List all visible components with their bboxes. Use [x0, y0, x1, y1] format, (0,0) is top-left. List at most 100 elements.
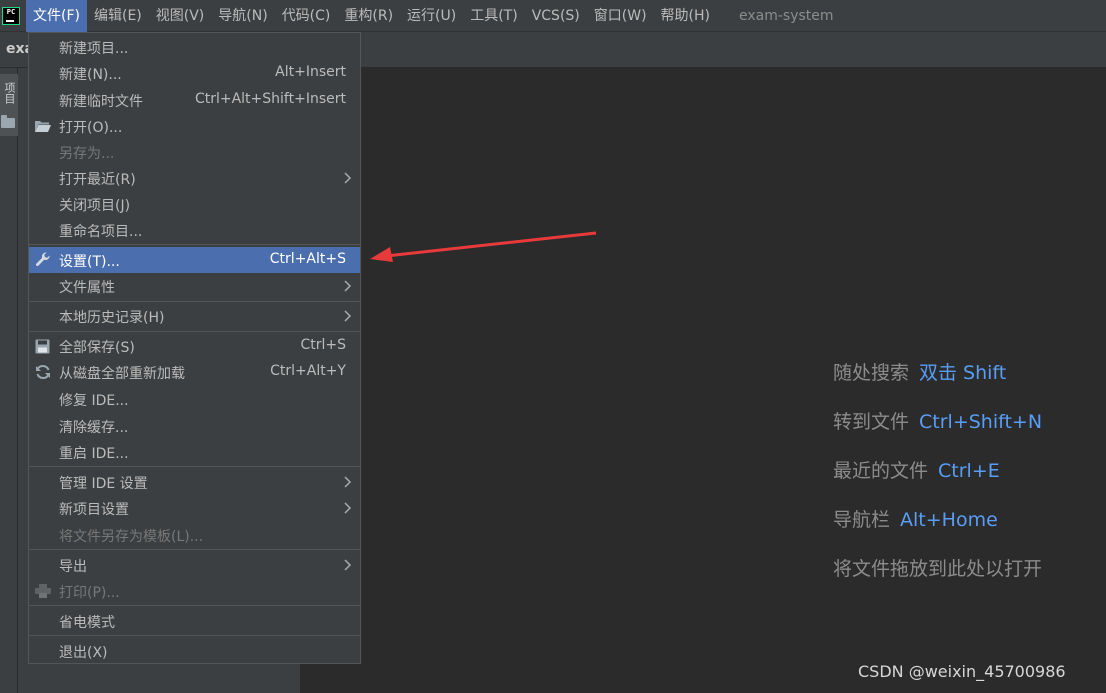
chevron-right-icon [344, 280, 352, 292]
menu-item-reload-all[interactable]: 从磁盘全部重新加载 Ctrl+Alt+Y [29, 359, 360, 385]
menu-item-new-project[interactable]: 新建项目... [29, 34, 360, 60]
menu-vcs[interactable]: VCS(S) [525, 0, 587, 32]
menu-item-exit[interactable]: 退出(X) [29, 638, 360, 664]
menu-item-repair-ide[interactable]: 修复 IDE... [29, 386, 360, 412]
menu-tools[interactable]: 工具(T) [463, 0, 524, 32]
menu-item-label: 重启 IDE... [59, 446, 129, 462]
menu-item-label: 打开(O)... [59, 120, 123, 136]
menu-item-new[interactable]: 新建(N)... Alt+Insert [29, 60, 360, 86]
hint-label: 导航栏 [833, 509, 891, 531]
menu-item-open[interactable]: 打开(O)... [29, 113, 360, 139]
menu-item-label: 从磁盘全部重新加载 [59, 366, 185, 382]
menu-item-label: 文件属性 [59, 280, 115, 296]
editor-empty-hints: 随处搜索 双击 Shift 转到文件 Ctrl+Shift+N 最近的文件 Ctrl+… [833, 355, 1042, 600]
tool-window-strip: 项目 [0, 68, 18, 693]
menu-item-shortcut: Alt+Insert [275, 64, 346, 80]
menu-item-label: 导出 [59, 559, 87, 575]
project-name-title: exam-system [739, 7, 834, 24]
menu-item-label: 关闭项目(J) [59, 198, 131, 214]
menu-item-save-as-template: 将文件另存为模板(L)... [29, 522, 360, 548]
menu-item-new-project-settings[interactable]: 新项目设置 [29, 495, 360, 521]
chevron-right-icon [344, 476, 352, 488]
hint-label: 转到文件 [833, 411, 910, 433]
menu-item-label: 打印(P)... [59, 585, 120, 601]
hint-goto-file: 转到文件 Ctrl+Shift+N [833, 404, 1042, 453]
menu-item-settings[interactable]: 设置(T)... Ctrl+Alt+S [29, 247, 360, 273]
menu-separator [29, 466, 360, 467]
hint-label: 随处搜索 [833, 362, 910, 384]
menu-code[interactable]: 代码(C) [275, 0, 338, 32]
file-menu-dropdown: 新建项目... 新建(N)... Alt+Insert 新建临时文件 Ctrl+… [28, 32, 361, 664]
hint-shortcut: Ctrl+E [938, 460, 1000, 482]
hint-shortcut: Ctrl+Shift+N [919, 411, 1043, 433]
menu-item-label: 打开最近(R) [59, 172, 136, 188]
menu-item-label: 清除缓存... [59, 420, 129, 436]
annotation-arrow-icon [370, 231, 597, 262]
hint-drop-files: 将文件拖放到此处以打开 [833, 551, 1042, 600]
menu-item-open-recent[interactable]: 打开最近(R) [29, 165, 360, 191]
menu-view[interactable]: 视图(V) [149, 0, 212, 32]
menu-item-label: 新项目设置 [59, 502, 129, 518]
wrench-icon [34, 252, 51, 268]
menu-item-label: 重命名项目... [59, 224, 143, 240]
menu-item-label: 全部保存(S) [59, 340, 135, 356]
menu-separator [29, 331, 360, 332]
menu-separator [29, 244, 360, 245]
menu-file[interactable]: 文件(F) [26, 0, 87, 32]
watermark: CSDN @weixin_45700986 [858, 662, 1066, 681]
menu-item-export[interactable]: 导出 [29, 552, 360, 578]
menu-item-shortcut: Ctrl+S [300, 337, 346, 353]
menu-bar: PC 文件(F) 编辑(E) 视图(V) 导航(N) 代码(C) 重构(R) 运… [0, 0, 1106, 32]
menu-edit[interactable]: 编辑(E) [87, 0, 149, 32]
reload-icon [34, 364, 51, 380]
hint-label: 最近的文件 [833, 460, 929, 482]
hint-shortcut: Alt+Home [900, 509, 998, 531]
menu-separator [29, 301, 360, 302]
menu-item-save-all[interactable]: 全部保存(S) Ctrl+S [29, 333, 360, 359]
menu-item-print: 打印(P)... [29, 578, 360, 604]
menu-item-file-properties[interactable]: 文件属性 [29, 273, 360, 299]
menu-item-shortcut: Ctrl+Alt+Y [270, 363, 346, 379]
chevron-right-icon [344, 310, 352, 322]
menu-window[interactable]: 窗口(W) [587, 0, 654, 32]
menu-help[interactable]: 帮助(H) [654, 0, 717, 32]
menu-item-label: 设置(T)... [59, 254, 120, 270]
menu-item-invalidate-caches[interactable]: 清除缓存... [29, 413, 360, 439]
menu-item-restart-ide[interactable]: 重启 IDE... [29, 439, 360, 465]
menu-item-label: 新建临时文件 [59, 94, 143, 110]
print-icon [34, 583, 51, 599]
menu-item-label: 新建(N)... [59, 67, 122, 83]
menu-item-label: 退出(X) [59, 645, 108, 661]
hint-navigation-bar: 导航栏 Alt+Home [833, 502, 1042, 551]
menu-refactor[interactable]: 重构(R) [337, 0, 400, 32]
menu-item-label: 修复 IDE... [59, 393, 129, 409]
menu-item-label: 本地历史记录(H) [59, 310, 165, 326]
menu-item-local-history[interactable]: 本地历史记录(H) [29, 303, 360, 329]
menu-item-manage-ide-settings[interactable]: 管理 IDE 设置 [29, 469, 360, 495]
save-icon [34, 338, 51, 354]
folder-icon [1, 115, 15, 128]
folder-open-icon [34, 118, 51, 134]
menu-item-power-save-mode[interactable]: 省电模式 [29, 608, 360, 634]
pycharm-logo-icon: PC [2, 6, 20, 25]
menu-item-rename-project[interactable]: 重命名项目... [29, 217, 360, 243]
menu-item-label: 管理 IDE 设置 [59, 476, 148, 492]
menu-item-label: 将文件另存为模板(L)... [59, 529, 204, 545]
menu-item-shortcut: Ctrl+Alt+S [269, 251, 346, 267]
hint-recent-files: 最近的文件 Ctrl+E [833, 453, 1042, 502]
menu-item-new-scratch-file[interactable]: 新建临时文件 Ctrl+Alt+Shift+Insert [29, 87, 360, 113]
hint-shortcut: 双击 Shift [919, 362, 1007, 384]
menu-run[interactable]: 运行(U) [400, 0, 463, 32]
menu-navigate[interactable]: 导航(N) [211, 0, 274, 32]
hint-search-everywhere: 随处搜索 双击 Shift [833, 355, 1042, 404]
hint-label: 将文件拖放到此处以打开 [833, 558, 1043, 580]
menu-item-save-as: 另存为... [29, 139, 360, 165]
menu-item-shortcut: Ctrl+Alt+Shift+Insert [194, 91, 346, 107]
menu-item-label: 省电模式 [59, 615, 115, 631]
menu-separator [29, 635, 360, 636]
chevron-right-icon [344, 172, 352, 184]
chevron-right-icon [344, 502, 352, 514]
menu-item-label: 另存为... [59, 146, 115, 162]
menu-item-close-project[interactable]: 关闭项目(J) [29, 191, 360, 217]
project-tool-tab[interactable]: 项目 [0, 74, 18, 136]
